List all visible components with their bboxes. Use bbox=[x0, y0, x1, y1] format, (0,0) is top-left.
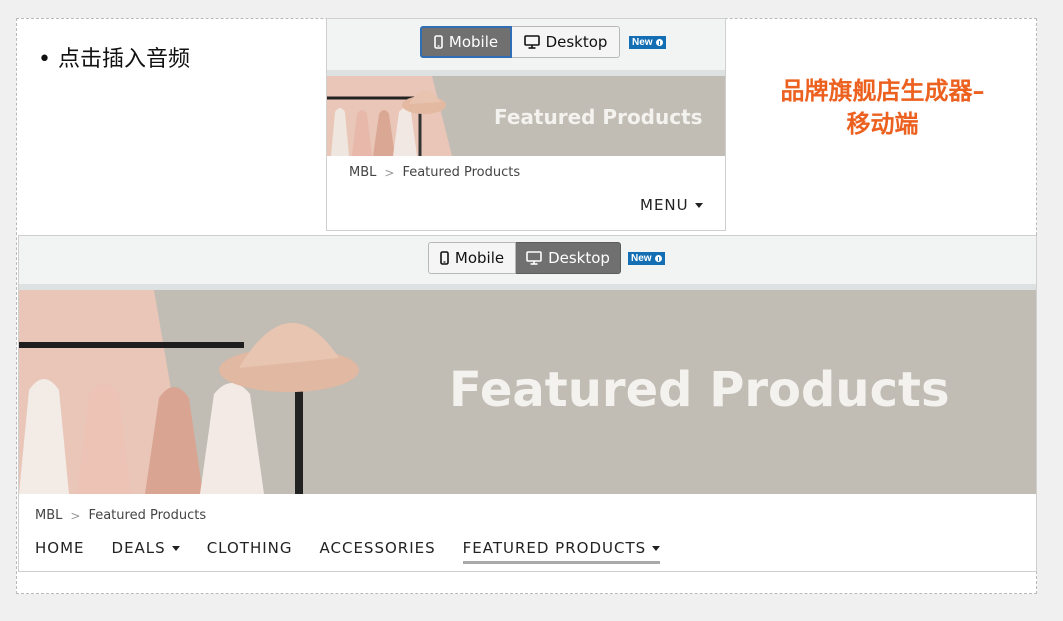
info-icon bbox=[655, 39, 663, 46]
new-badge-label: New bbox=[632, 37, 653, 48]
nav-item-clothing[interactable]: CLOTHING bbox=[207, 539, 293, 564]
breadcrumb-root[interactable]: MBL bbox=[35, 508, 62, 523]
nav-label: DEALS bbox=[111, 539, 166, 557]
insert-audio-text[interactable]: • 点击插入音频 bbox=[38, 41, 190, 73]
desktop-preview: Mobile Desktop New Featured Products MBL… bbox=[18, 235, 1037, 572]
view-toggle: Mobile Desktop bbox=[420, 26, 620, 58]
caret-down-icon bbox=[694, 203, 703, 208]
breadcrumb: MBL > Featured Products bbox=[349, 165, 520, 180]
mobile-toggle-label: Mobile bbox=[448, 33, 499, 51]
monitor-icon bbox=[526, 251, 542, 265]
desktop-toggle-label: Desktop bbox=[548, 249, 610, 267]
view-toggle: Mobile Desktop bbox=[428, 242, 621, 274]
toggle-bar: Mobile Desktop New bbox=[19, 236, 1036, 290]
menu-label: MENU bbox=[640, 196, 689, 214]
featured-banner: Featured Products bbox=[19, 290, 1036, 494]
new-badge[interactable]: New bbox=[628, 252, 665, 265]
breadcrumb-current: Featured Products bbox=[402, 165, 521, 180]
mobile-toggle-button[interactable]: Mobile bbox=[428, 242, 516, 274]
desktop-toggle-button[interactable]: Desktop bbox=[516, 242, 621, 274]
chevron-right-icon: > bbox=[384, 165, 395, 180]
breadcrumb-current: Featured Products bbox=[88, 508, 207, 523]
mobile-toggle-button[interactable]: Mobile bbox=[420, 26, 512, 58]
featured-banner: Featured Products bbox=[327, 76, 725, 156]
caret-down-icon bbox=[652, 546, 661, 551]
new-badge[interactable]: New bbox=[629, 36, 666, 49]
banner-title: Featured Products bbox=[494, 105, 703, 129]
nav-label: CLOTHING bbox=[206, 539, 293, 557]
new-badge-label: New bbox=[631, 253, 652, 264]
nav-label: FEATURED PRODUCTS bbox=[462, 539, 647, 557]
chevron-right-icon: > bbox=[70, 508, 81, 523]
slide-title: 品牌旗舰店生成器–移动端 bbox=[780, 76, 985, 138]
info-icon bbox=[654, 255, 662, 262]
menu-dropdown[interactable]: MENU bbox=[640, 196, 703, 214]
nav-item-home[interactable]: HOME bbox=[35, 539, 85, 564]
desktop-toggle-label: Desktop bbox=[545, 33, 608, 51]
nav-item-accessories[interactable]: ACCESSORIES bbox=[320, 539, 436, 564]
caret-down-icon bbox=[171, 546, 180, 551]
nav-label: HOME bbox=[35, 539, 85, 557]
breadcrumb-root[interactable]: MBL bbox=[349, 165, 376, 180]
monitor-icon bbox=[523, 35, 540, 49]
toggle-bar: Mobile Desktop New bbox=[327, 19, 725, 76]
mobile-toggle-label: Mobile bbox=[454, 249, 505, 267]
banner-title: Featured Products bbox=[449, 362, 950, 418]
phone-icon bbox=[440, 251, 449, 265]
nav-label: ACCESSORIES bbox=[319, 539, 436, 557]
mobile-preview: Mobile Desktop New Featured Products MBL… bbox=[326, 18, 726, 231]
phone-icon bbox=[434, 35, 443, 49]
desktop-toggle-button[interactable]: Desktop bbox=[512, 26, 620, 58]
main-nav: HOME DEALS CLOTHING ACCESSORIES FEATURED… bbox=[35, 539, 687, 564]
nav-item-featured-products[interactable]: FEATURED PRODUCTS bbox=[462, 539, 661, 564]
breadcrumb: MBL > Featured Products bbox=[35, 508, 206, 523]
nav-item-deals[interactable]: DEALS bbox=[112, 539, 180, 564]
